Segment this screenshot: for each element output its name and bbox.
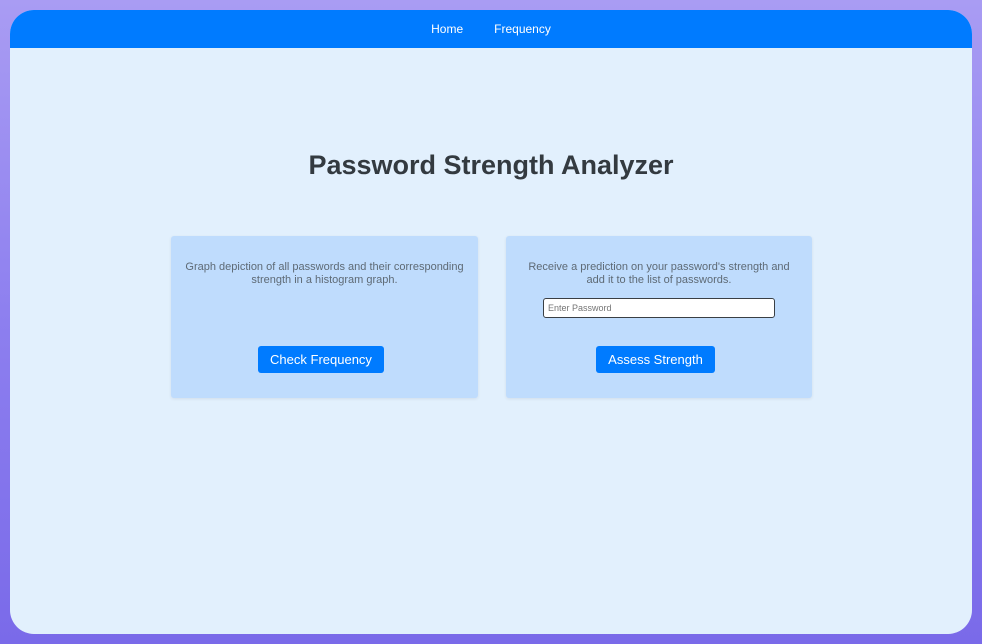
strength-card-description: Receive a prediction on your password's … [528, 261, 790, 286]
assess-strength-button[interactable]: Assess Strength [596, 346, 715, 373]
check-frequency-button[interactable]: Check Frequency [258, 346, 384, 373]
nav-link-home[interactable]: Home [431, 22, 463, 36]
frequency-card: Graph depiction of all passwords and the… [171, 236, 478, 398]
password-input[interactable] [543, 298, 775, 318]
nav-link-frequency[interactable]: Frequency [494, 22, 551, 36]
app-window: Home Frequency Password Strength Analyze… [10, 10, 972, 634]
top-navbar: Home Frequency [10, 10, 972, 48]
page-title: Password Strength Analyzer [308, 150, 674, 180]
strength-card: Receive a prediction on your password's … [506, 236, 812, 398]
frequency-card-description: Graph depiction of all passwords and the… [185, 261, 464, 286]
